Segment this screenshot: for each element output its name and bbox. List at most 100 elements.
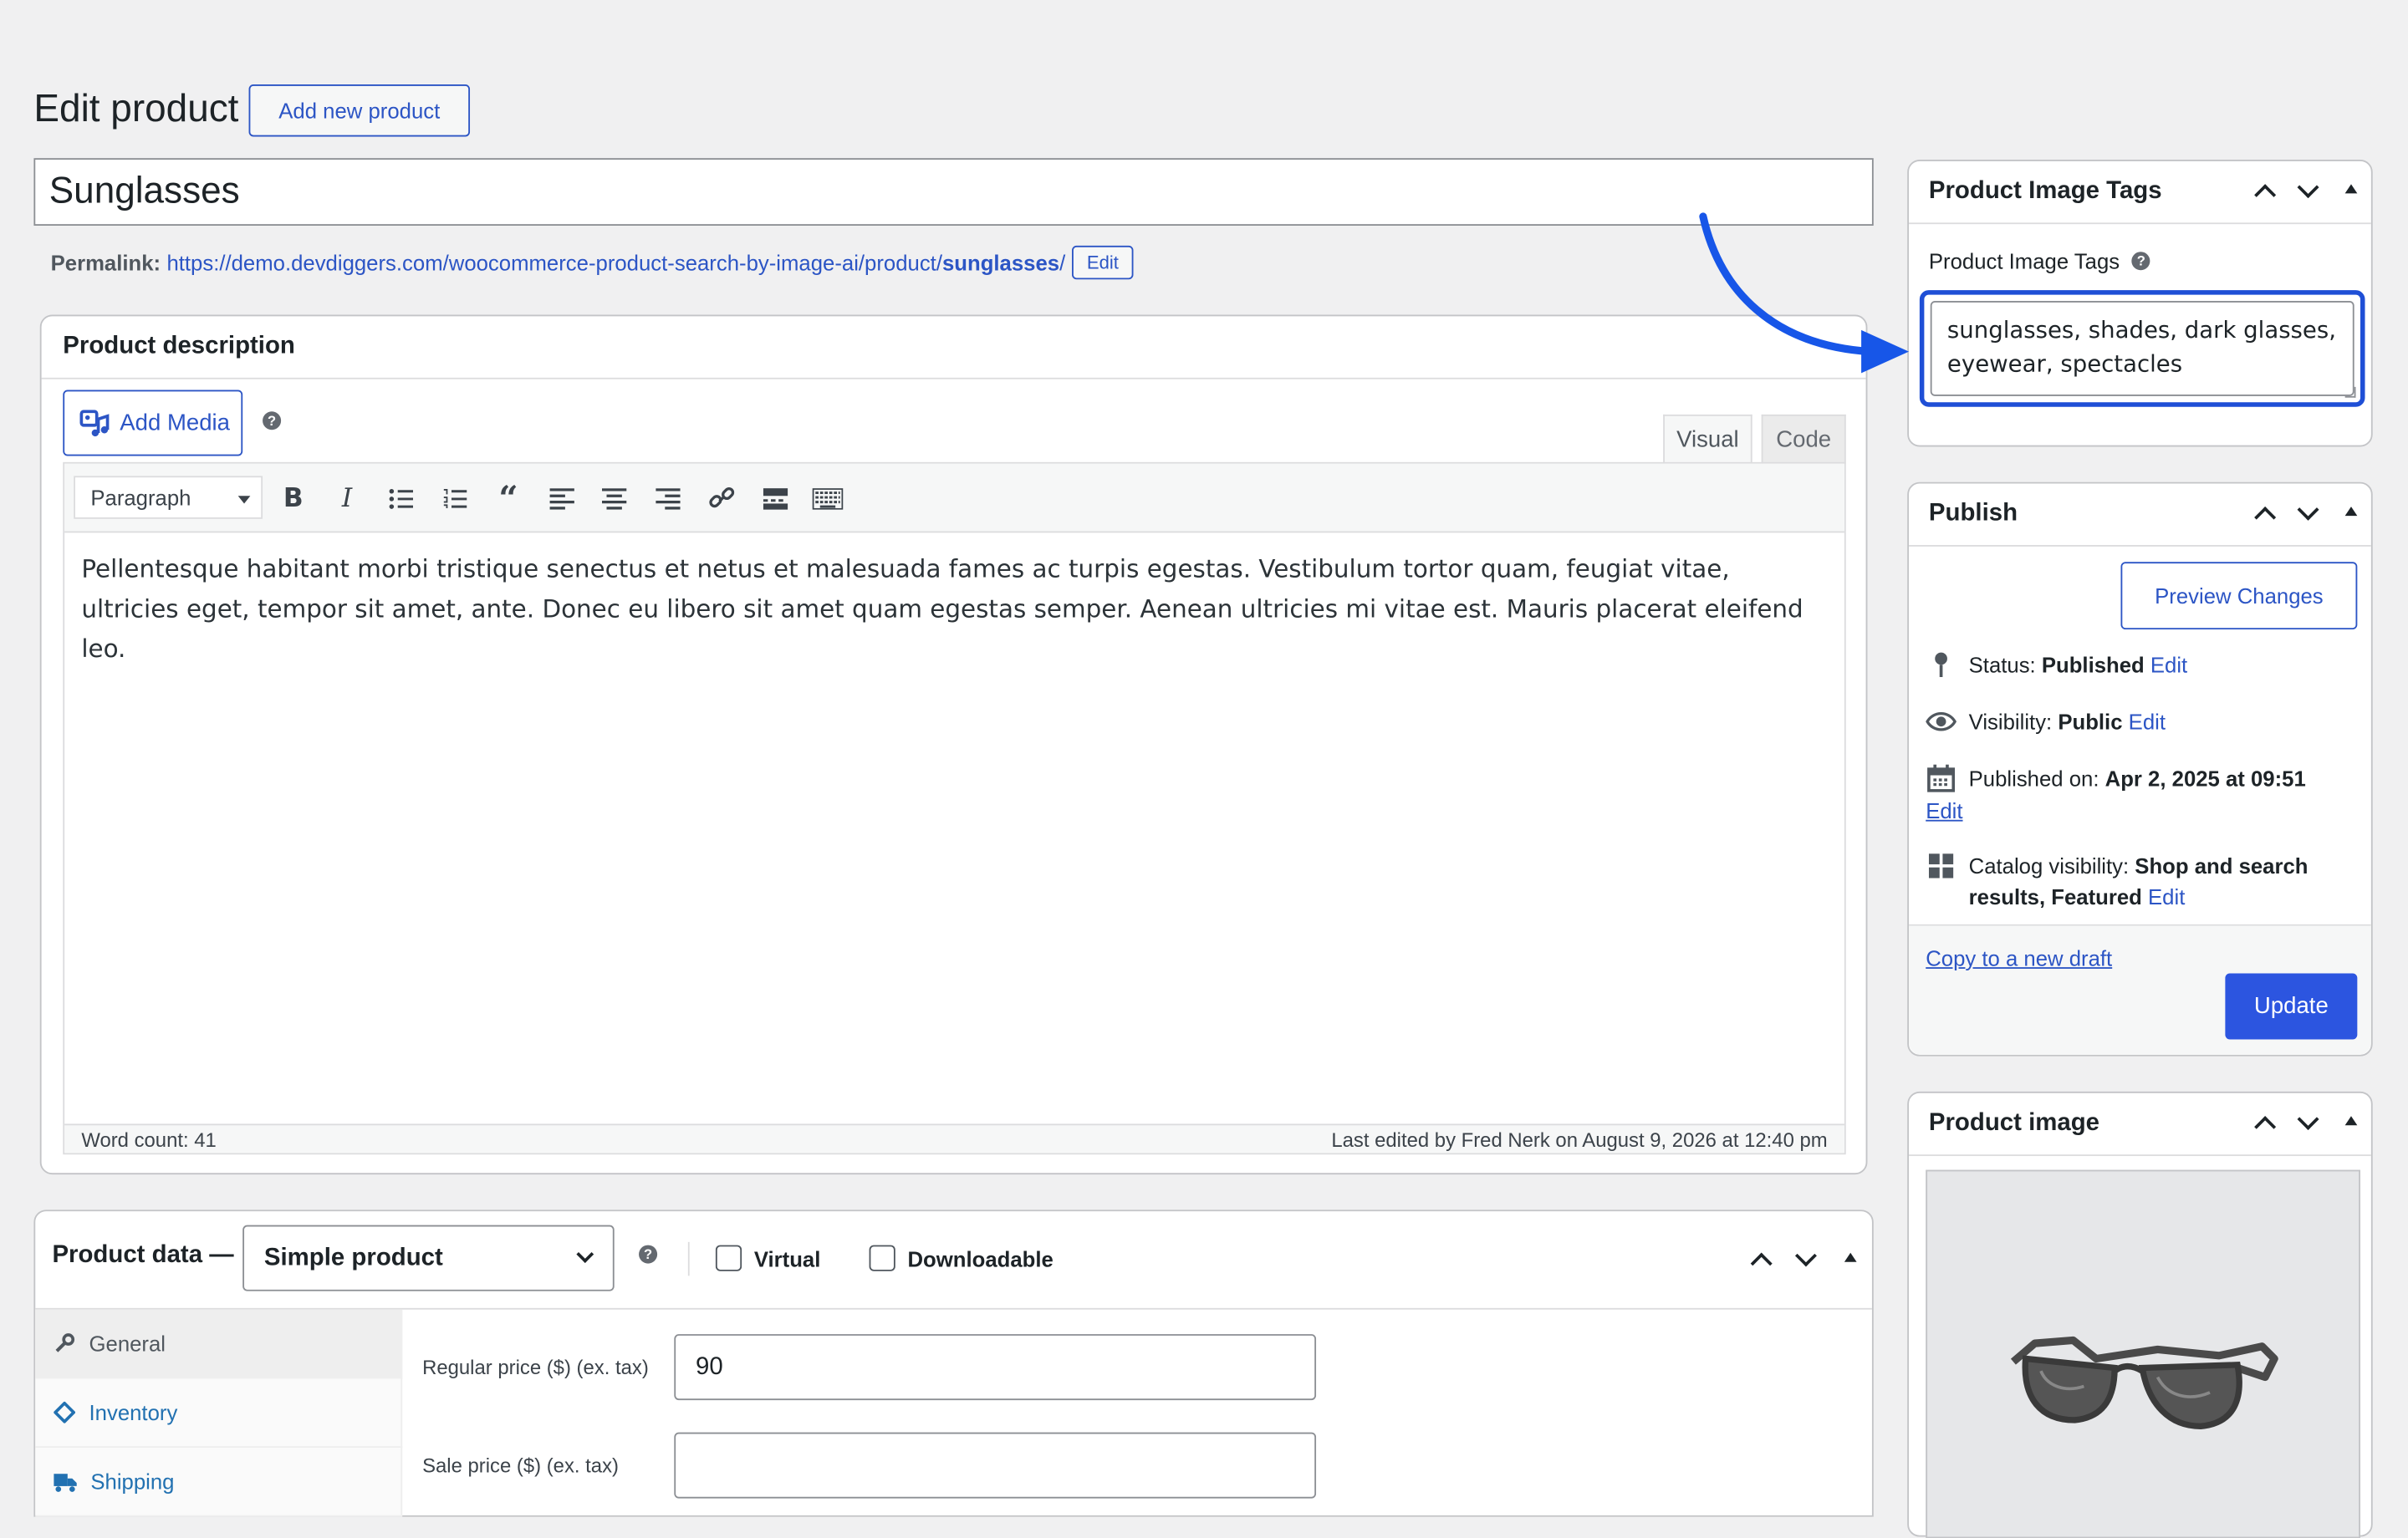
help-icon[interactable]: ? xyxy=(639,1245,658,1264)
wrench-icon xyxy=(55,1333,75,1352)
permalink-link[interactable]: https://demo.devdiggers.com/woocommerce-… xyxy=(166,250,1065,274)
downloadable-label: Downloadable xyxy=(907,1245,1054,1271)
sunglasses-image xyxy=(2010,1336,2278,1429)
downloadable-checkbox[interactable]: Downloadable xyxy=(869,1245,1054,1271)
tab-visual[interactable]: Visual xyxy=(1663,414,1752,464)
image-tags-header: Product Image Tags xyxy=(1909,161,2371,225)
move-down-icon[interactable] xyxy=(2293,1107,2324,1138)
resize-handle-icon[interactable] xyxy=(2344,386,2356,398)
add-new-product-button[interactable]: Add new product xyxy=(248,84,471,137)
move-down-icon[interactable] xyxy=(1791,1244,1822,1275)
preview-changes-button[interactable]: Preview Changes xyxy=(2120,562,2358,630)
move-up-icon[interactable] xyxy=(1746,1244,1777,1275)
divider xyxy=(687,1241,690,1276)
product-description-box: Product description Add Media ? Visual C… xyxy=(39,314,1868,1175)
update-button[interactable]: Update xyxy=(2225,973,2358,1040)
visibility-edit-link[interactable]: Edit xyxy=(2129,710,2166,734)
tab-shipping-label: Shipping xyxy=(90,1469,175,1495)
checkbox-box[interactable] xyxy=(715,1245,742,1271)
collapse-toggle-icon[interactable] xyxy=(1837,1244,1868,1275)
publish-heading: Publish xyxy=(1928,500,2018,527)
editor-frame: Paragraph B I “ Pellentesque habitant mo… xyxy=(63,461,1846,1155)
grid-icon xyxy=(1926,851,1956,882)
image-tags-heading: Product Image Tags xyxy=(1928,178,2162,205)
move-down-icon[interactable] xyxy=(2293,497,2324,528)
visibility-row: Visibility: Public Edit xyxy=(1926,706,2166,737)
tab-shipping[interactable]: Shipping xyxy=(35,1448,403,1517)
chevron-down-icon xyxy=(237,496,251,504)
product-data-label: Product data — xyxy=(52,1241,234,1269)
help-icon[interactable]: ? xyxy=(2131,252,2150,271)
catalog-edit-link[interactable]: Edit xyxy=(2148,884,2185,909)
status-row: Status: Published Edit xyxy=(1926,649,2187,680)
published-on-row: Published on: Apr 2, 2025 at 09:51 xyxy=(1926,763,2363,794)
product-type-value: Simple product xyxy=(263,1244,443,1271)
truck-icon xyxy=(54,1473,77,1491)
image-tags-textarea[interactable]: sunglasses, shades, dark glasses, eyewea… xyxy=(1930,300,2354,396)
align-center-icon[interactable] xyxy=(597,482,630,516)
add-media-label: Add Media xyxy=(120,410,230,436)
editor-status-bar: Word count: 41 Last edited by Fred Nerk … xyxy=(64,1123,1844,1154)
product-image-box: Product image xyxy=(1907,1091,2373,1538)
bullet-list-icon[interactable] xyxy=(384,482,417,516)
regular-price-input[interactable]: 90 xyxy=(674,1334,1317,1401)
link-icon[interactable] xyxy=(705,482,738,516)
description-heading: Product description xyxy=(63,333,295,359)
catalog-visibility-row: Catalog visibility: Shop and search resu… xyxy=(1926,851,2363,912)
product-image-heading: Product image xyxy=(1928,1109,2100,1137)
add-media-button[interactable]: Add Media xyxy=(63,390,243,456)
move-up-icon[interactable] xyxy=(2250,175,2281,206)
collapse-toggle-icon[interactable] xyxy=(2337,175,2368,206)
format-select[interactable]: Paragraph xyxy=(74,476,263,519)
bold-icon[interactable]: B xyxy=(277,482,310,516)
product-image-thumbnail[interactable] xyxy=(1926,1169,2361,1538)
tab-code[interactable]: Code xyxy=(1761,414,1846,464)
annotation-arrow-icon xyxy=(1699,212,1910,374)
align-left-icon[interactable] xyxy=(545,482,579,516)
product-data-tabs: General Inventory Shipping xyxy=(35,1309,403,1517)
status-edit-link[interactable]: Edit xyxy=(2150,653,2187,677)
italic-icon[interactable]: I xyxy=(330,482,364,516)
blockquote-icon[interactable]: “ xyxy=(492,479,525,519)
virtual-label: Virtual xyxy=(753,1245,821,1271)
permalink-edit-button[interactable]: Edit xyxy=(1071,245,1135,280)
description-header: Product description xyxy=(41,316,1866,379)
toolbar-toggle-icon[interactable] xyxy=(811,482,844,516)
product-data-header: Product data — Simple product ? Virtual … xyxy=(35,1211,1872,1310)
image-tags-field-label: Product Image Tags ? xyxy=(1929,249,2150,273)
numbered-list-icon[interactable] xyxy=(437,482,471,516)
read-more-icon[interactable] xyxy=(758,482,792,516)
collapse-toggle-icon[interactable] xyxy=(2337,497,2368,528)
calendar-icon xyxy=(1926,763,1956,794)
image-tags-label-text: Product Image Tags xyxy=(1928,248,2120,273)
permalink-row: Permalink: https://demo.devdiggers.com/w… xyxy=(50,245,1135,280)
product-image-header: Product image xyxy=(1909,1093,2371,1157)
product-type-select[interactable]: Simple product xyxy=(242,1225,615,1291)
tab-general-label: General xyxy=(89,1331,166,1356)
tab-general[interactable]: General xyxy=(35,1309,403,1379)
tag-icon xyxy=(54,1401,75,1423)
copy-to-draft-link[interactable]: Copy to a new draft xyxy=(1926,945,2112,970)
align-right-icon[interactable] xyxy=(651,482,685,516)
tab-inventory[interactable]: Inventory xyxy=(35,1378,403,1449)
sale-price-label: Sale price ($) (ex. tax) xyxy=(422,1454,619,1477)
help-icon[interactable]: ? xyxy=(263,411,282,430)
collapse-toggle-icon[interactable] xyxy=(2337,1107,2368,1138)
product-title-input[interactable]: Sunglasses xyxy=(33,158,1874,226)
tab-inventory-label: Inventory xyxy=(89,1400,178,1425)
move-up-icon[interactable] xyxy=(2250,497,2281,528)
chevron-down-icon xyxy=(576,1245,594,1263)
sale-price-input[interactable] xyxy=(674,1432,1317,1499)
virtual-checkbox[interactable]: Virtual xyxy=(715,1245,821,1271)
eye-icon xyxy=(1926,706,1956,737)
pin-icon xyxy=(1926,649,1956,680)
publish-actions: Copy to a new draft Update xyxy=(1909,924,2371,1055)
published-edit-link[interactable]: Edit xyxy=(1926,798,1962,822)
move-up-icon[interactable] xyxy=(2250,1107,2281,1138)
regular-price-label: Regular price ($) (ex. tax) xyxy=(422,1355,649,1379)
move-down-icon[interactable] xyxy=(2293,175,2324,206)
last-edited: Last edited by Fred Nerk on August 9, 20… xyxy=(1331,1128,1828,1152)
permalink-label: Permalink: xyxy=(50,250,161,275)
checkbox-box[interactable] xyxy=(869,1245,895,1271)
editor-content[interactable]: Pellentesque habitant morbi tristique se… xyxy=(81,550,1823,670)
